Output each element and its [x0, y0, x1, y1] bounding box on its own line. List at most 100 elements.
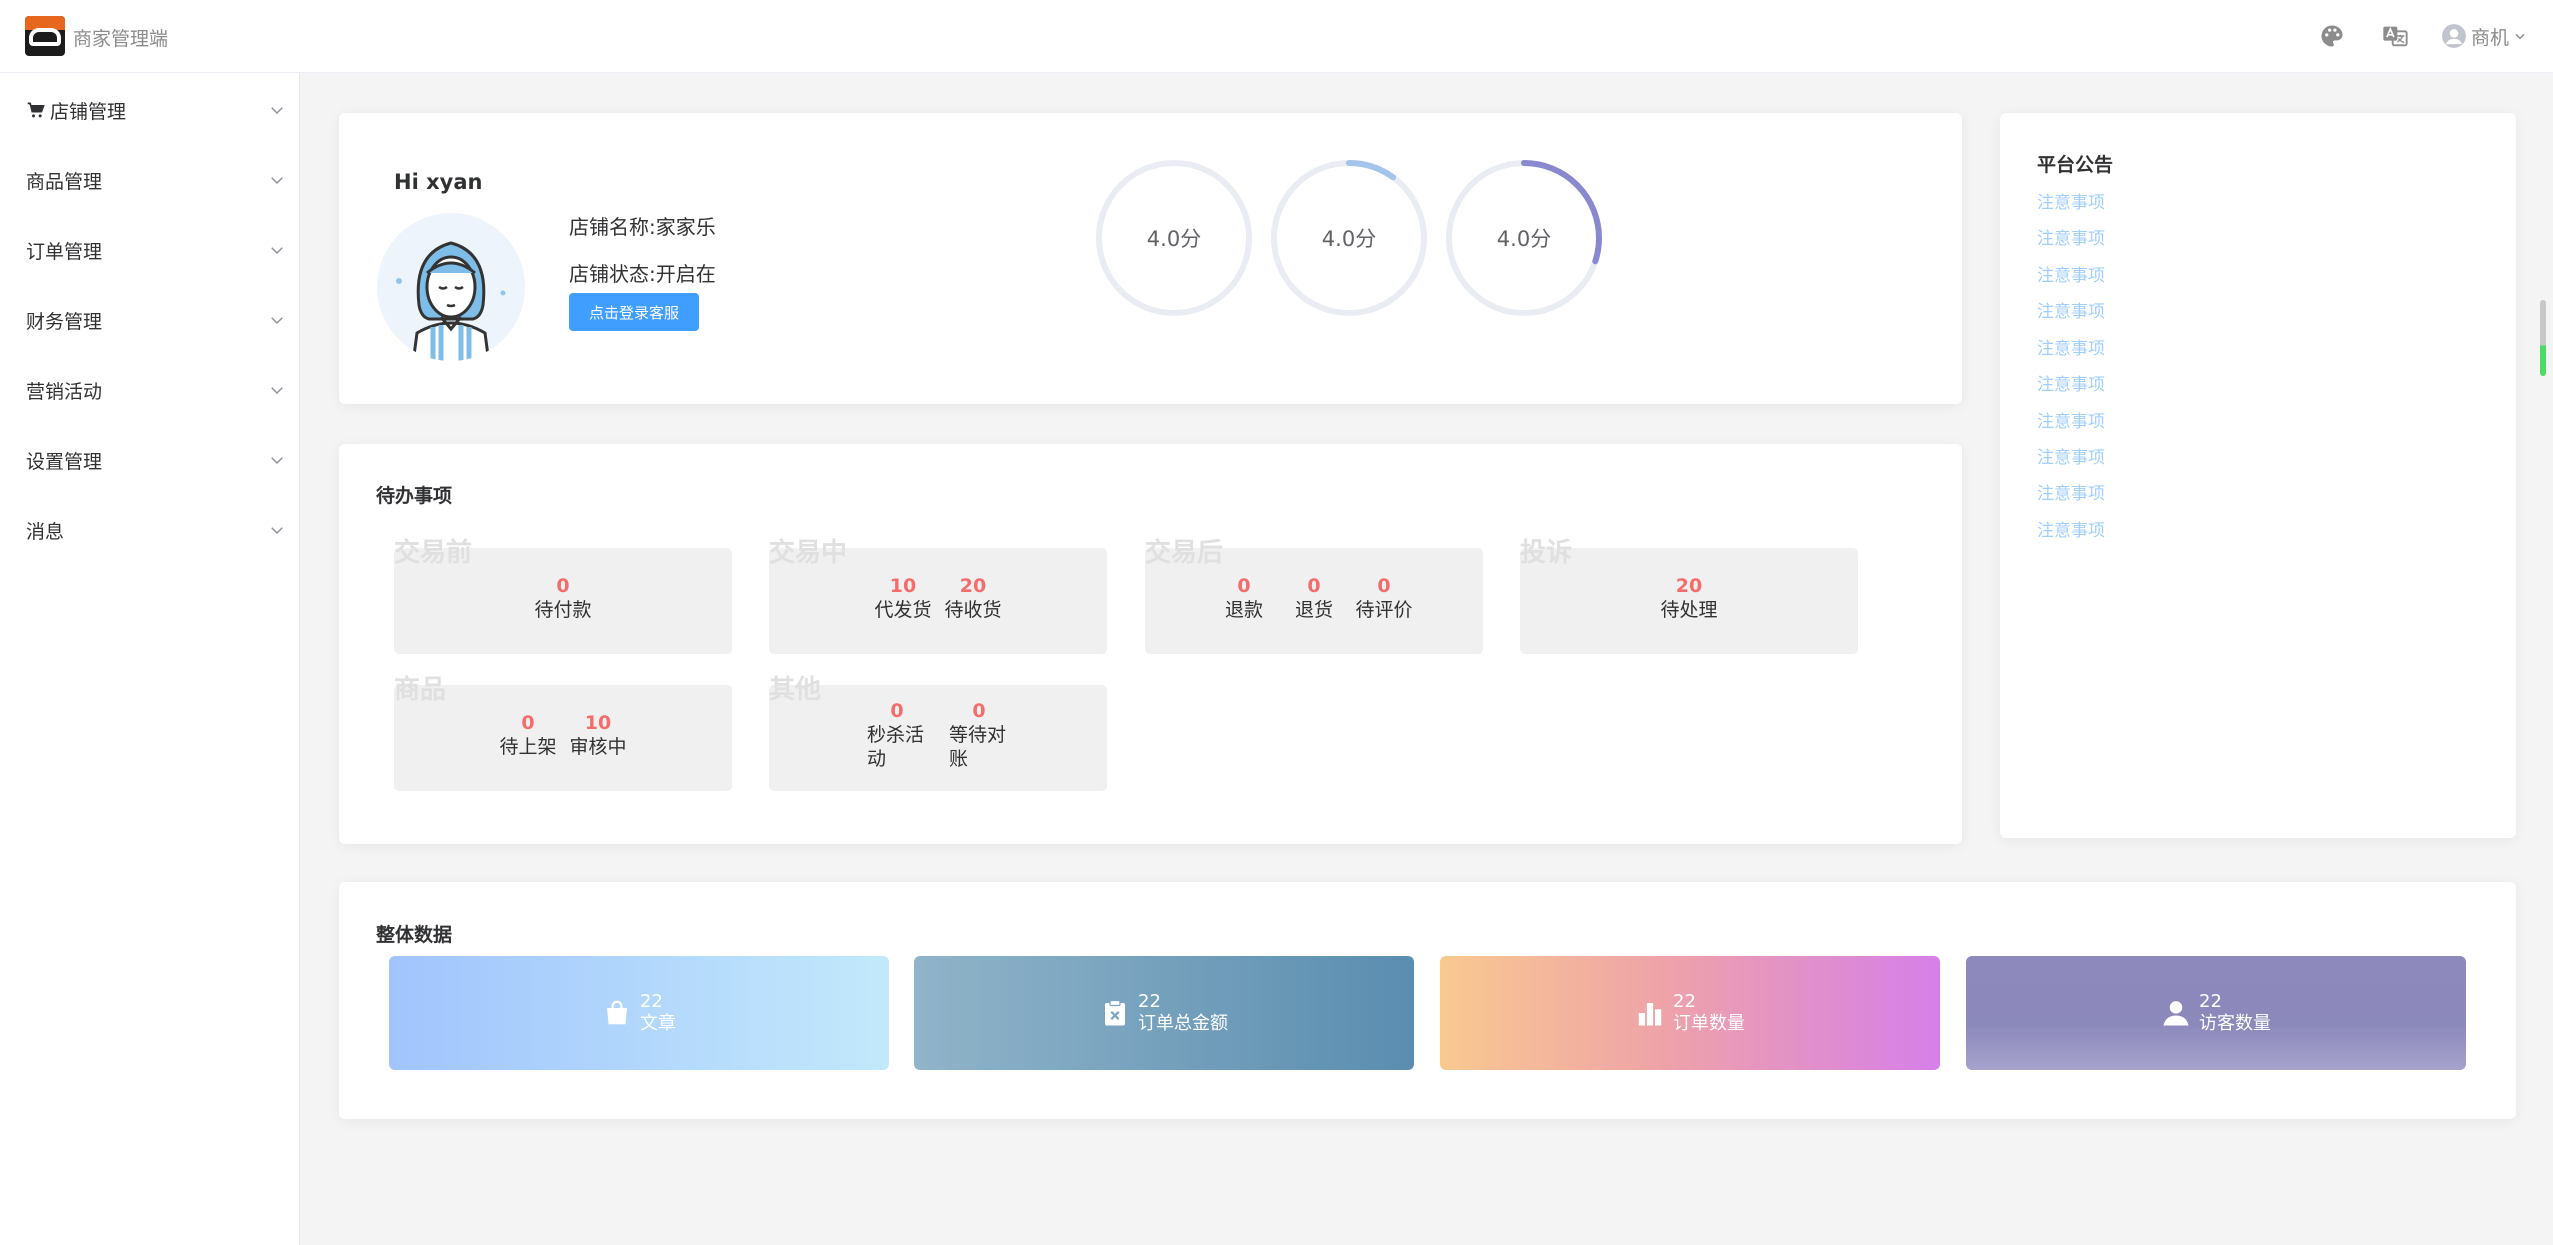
notice-link[interactable]: 注意事项	[2037, 261, 2105, 286]
todo-category: 商品	[394, 675, 447, 705]
sidebar-item-goods[interactable]: 商品管理	[0, 145, 300, 215]
todo-title: 待办事项	[376, 485, 453, 507]
sidebar-item-label: 订单管理	[26, 240, 103, 263]
stat-order-count[interactable]: 22 订单数量	[1440, 956, 1940, 1070]
todo-item[interactable]: 0 等待对账	[949, 699, 1009, 771]
todo-category: 交易前	[394, 538, 473, 568]
sidebar-item-shop[interactable]: 店铺管理	[0, 75, 300, 145]
rating-ring-1: 4.0分	[1094, 158, 1254, 318]
scroll-indicator[interactable]	[2540, 300, 2546, 376]
chevron-down-icon	[271, 317, 283, 325]
user-icon	[2163, 1001, 2189, 1026]
notice-link[interactable]: 注意事项	[2037, 443, 2105, 468]
chevron-down-icon	[271, 107, 283, 115]
todo-count: 0	[1307, 575, 1321, 597]
todo-count: 0	[890, 700, 904, 722]
todo-count: 10	[889, 575, 917, 597]
user-menu[interactable]: 商机	[2441, 22, 2527, 50]
sidebar-item-label: 消息	[26, 520, 65, 543]
rating-ring-3: 4.0分	[1444, 158, 1604, 318]
todo-item[interactable]: 0 秒杀活动	[867, 699, 927, 771]
profile-card: Hi xyan 店铺名称:家家乐 店铺状态:开启在 点击登录客服 4.0分 4.…	[339, 113, 1962, 404]
todo-item[interactable]: 20 待处理	[1661, 574, 1718, 622]
todo-label: 待付款	[534, 599, 592, 621]
todo-item[interactable]: 0 退货	[1290, 574, 1338, 622]
translate-icon[interactable]	[2381, 22, 2409, 50]
notice-link[interactable]: 注意事项	[2037, 188, 2105, 213]
todo-label: 待收货	[944, 599, 1002, 621]
todo-count: 0	[556, 575, 570, 597]
todo-label: 退款	[1224, 599, 1263, 621]
todo-category: 投诉	[1520, 538, 1573, 568]
todo-label: 退货	[1294, 599, 1333, 621]
sidebar-item-orders[interactable]: 订单管理	[0, 215, 300, 285]
rating-ring-2: 4.0分	[1269, 158, 1429, 318]
notice-link[interactable]: 注意事项	[2037, 370, 2105, 395]
todo-label: 待处理	[1660, 599, 1718, 621]
user-name: 商机	[2471, 26, 2510, 49]
todo-label: 秒杀活动	[867, 724, 925, 770]
todo-card: 待办事项 0 待付款 交易前 10 代发货 20 待收货 交易中 0 退款 0 退货 0待…	[339, 444, 1962, 844]
chevron-down-icon	[2515, 33, 2525, 40]
todo-item[interactable]: 10 审核中	[570, 711, 627, 759]
todo-label: 审核中	[569, 736, 627, 758]
login-service-button[interactable]: 点击登录客服	[569, 293, 699, 331]
todo-label: 待评价	[1355, 599, 1413, 621]
sidebar: 店铺管理 商品管理 订单管理 财务管理 营销活动 设置管理 消息	[0, 73, 300, 1245]
chevron-down-icon	[271, 177, 283, 185]
chevron-down-icon	[271, 457, 283, 465]
shop-name: 店铺名称:家家乐	[569, 215, 716, 239]
logo-mark	[29, 28, 61, 46]
cart-icon	[27, 102, 45, 118]
top-header: 商家管理端 商机	[0, 0, 2553, 73]
todo-label: 等待对账	[949, 724, 1007, 770]
todo-category: 交易中	[769, 538, 848, 568]
chevron-down-icon	[271, 527, 283, 535]
todo-count: 10	[584, 712, 612, 734]
shopping-bag-icon	[607, 1000, 627, 1025]
chevron-down-icon	[271, 247, 283, 255]
todo-item[interactable]: 0 待上架	[500, 711, 557, 759]
todo-category: 交易后	[1145, 538, 1224, 568]
stat-articles[interactable]: 22 文章	[389, 956, 889, 1070]
overall-title: 整体数据	[376, 924, 453, 946]
notice-link[interactable]: 注意事项	[2037, 516, 2105, 541]
todo-item[interactable]: 0 退款	[1220, 574, 1268, 622]
sidebar-item-label: 商品管理	[26, 170, 103, 193]
shop-status: 店铺状态:开启在	[569, 262, 716, 286]
palette-icon[interactable]	[2318, 22, 2346, 50]
greeting: Hi xyan	[394, 170, 483, 194]
overall-card: 整体数据 22 文章 22 订单总金额 22 订单数量 22 访客数量	[339, 882, 2516, 1119]
avatar	[377, 213, 525, 361]
todo-count: 0	[972, 700, 986, 722]
stat-value: 22	[1673, 991, 1696, 1012]
todo-item[interactable]: 0 待付款	[535, 574, 592, 622]
notice-link[interactable]: 注意事项	[2037, 334, 2105, 359]
notice-link[interactable]: 注意事项	[2037, 224, 2105, 249]
sidebar-item-settings[interactable]: 设置管理	[0, 425, 300, 495]
todo-count: 0	[1377, 575, 1391, 597]
stat-label: 文章	[640, 1013, 676, 1034]
sidebar-item-marketing[interactable]: 营销活动	[0, 355, 300, 425]
todo-item[interactable]: 20 待收货	[945, 574, 1002, 622]
sidebar-item-label: 店铺管理	[50, 100, 127, 123]
notice-link[interactable]: 注意事项	[2037, 407, 2105, 432]
sidebar-item-messages[interactable]: 消息	[0, 495, 300, 565]
stat-visitors[interactable]: 22 访客数量	[1966, 956, 2466, 1070]
stat-value: 22	[1138, 991, 1161, 1012]
sidebar-item-finance[interactable]: 财务管理	[0, 285, 300, 355]
todo-item[interactable]: 0 待评价	[1356, 574, 1413, 622]
notice-link[interactable]: 注意事项	[2037, 297, 2105, 322]
stat-order-amount[interactable]: 22 订单总金额	[914, 956, 1414, 1070]
rating-value: 4.0分	[1146, 227, 1202, 251]
avatar-illustration	[396, 241, 506, 361]
stat-value: 22	[640, 991, 663, 1012]
stat-label: 订单数量	[1673, 1013, 1745, 1034]
todo-label: 待上架	[499, 736, 557, 758]
todo-count: 20	[1675, 575, 1703, 597]
todo-item[interactable]: 10 代发货	[875, 574, 932, 622]
sidebar-item-label: 设置管理	[26, 450, 103, 473]
notice-link[interactable]: 注意事项	[2037, 479, 2105, 504]
stat-label: 订单总金额	[1138, 1013, 1228, 1034]
brand-logo[interactable]	[25, 16, 65, 56]
